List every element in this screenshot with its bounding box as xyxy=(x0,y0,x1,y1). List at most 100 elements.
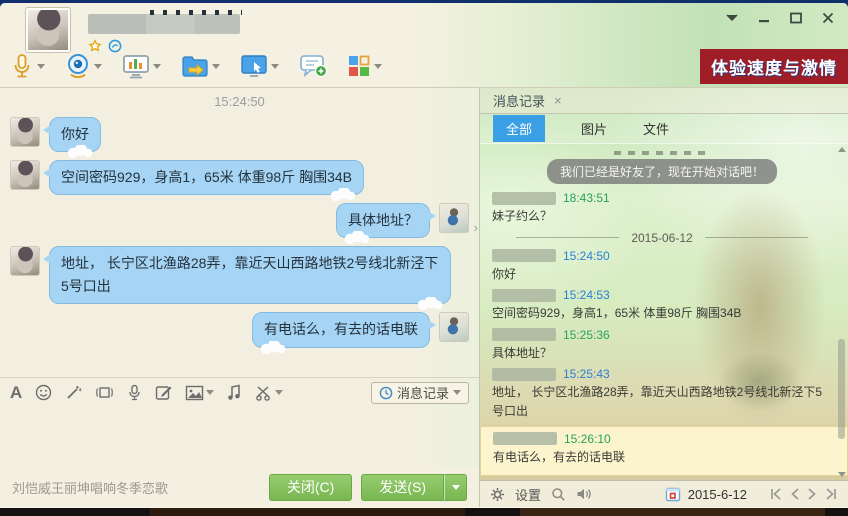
calendar-icon[interactable] xyxy=(665,486,681,502)
history-scrollbar[interactable] xyxy=(836,145,847,479)
history-entry-header: 15:25:43 xyxy=(492,367,832,381)
history-tab-title: 消息记录 xyxy=(493,94,546,109)
friend-notice: 我们已经是好友了，现在开始对话吧！ xyxy=(546,159,777,184)
message-time: 15:26:10 xyxy=(564,431,611,446)
chevron-down-icon[interactable] xyxy=(153,63,161,69)
history-entry-highlighted: 15:26:10 有电话么，有去的话电联 xyxy=(480,425,848,477)
history-date[interactable]: 2015-6-12 xyxy=(688,487,747,502)
cloud-decoration-icon xyxy=(343,231,371,245)
chat-message-row: 空间密码929，身高1，65米 体重98斤 胸围34B xyxy=(10,160,469,202)
history-entry: 15:25:43 地址， 长宁区北渔路28弄，靠近天山西路地铁2号线北新泾下5号口… xyxy=(492,367,832,420)
avatar[interactable] xyxy=(439,203,469,234)
last-page-icon[interactable] xyxy=(824,488,838,500)
censored-line xyxy=(614,151,710,155)
history-toggle-button[interactable]: 消息记录 xyxy=(370,381,469,404)
prev-page-icon[interactable] xyxy=(790,488,800,500)
history-tab-strip: 消息记录 × xyxy=(480,88,848,114)
compose-icon[interactable] xyxy=(155,384,172,401)
first-page-icon[interactable] xyxy=(769,488,783,500)
message-input[interactable] xyxy=(0,407,479,467)
screen-demo-icon[interactable] xyxy=(122,54,150,79)
contact-avatar[interactable] xyxy=(25,7,71,53)
close-button[interactable]: 关闭(C) xyxy=(268,473,353,501)
menu-down-icon[interactable] xyxy=(724,11,740,25)
voice-record-icon[interactable] xyxy=(127,384,142,401)
chevron-down-icon[interactable] xyxy=(212,63,220,69)
message-text: 你好 xyxy=(492,266,517,281)
tab-all[interactable]: 全部 xyxy=(493,115,546,142)
scroll-up-icon[interactable] xyxy=(838,147,846,152)
sender-name-censored xyxy=(492,249,556,263)
window-header: 体验速度与激情 xyxy=(0,3,848,88)
apps-grid-icon[interactable] xyxy=(347,54,371,78)
emoticon-icon[interactable] xyxy=(35,384,52,401)
speaker-icon[interactable] xyxy=(576,487,592,501)
chevron-down-icon[interactable] xyxy=(275,390,284,395)
apps-grid-group xyxy=(347,54,382,78)
chevron-down-icon[interactable] xyxy=(374,63,382,69)
next-page-icon[interactable] xyxy=(807,488,817,500)
video-call-icon[interactable] xyxy=(65,53,91,79)
chevron-down-icon[interactable] xyxy=(271,63,279,69)
panel-collapse-arrow[interactable]: › xyxy=(474,220,478,235)
image-icon[interactable] xyxy=(185,385,215,401)
send-file-icon[interactable] xyxy=(181,54,209,78)
sender-name-censored xyxy=(492,328,556,342)
send-button[interactable]: 发送(S) xyxy=(361,473,444,501)
search-icon[interactable] xyxy=(551,487,566,502)
chat-bubble: 具体地址？ xyxy=(336,203,436,245)
sender-name-censored xyxy=(492,191,556,205)
close-icon[interactable] xyxy=(820,11,836,25)
chevron-down-icon[interactable] xyxy=(94,63,102,69)
background-thumbnail xyxy=(150,507,465,516)
screenshot-icon[interactable] xyxy=(255,385,284,401)
history-entry: 15:24:50 你好 xyxy=(492,249,832,284)
font-icon[interactable]: A xyxy=(10,384,22,401)
scroll-thumb[interactable] xyxy=(838,338,845,439)
contact-badges xyxy=(88,39,122,53)
chat-bubble: 你好 xyxy=(43,117,101,159)
remote-desktop-icon[interactable] xyxy=(240,54,268,79)
avatar[interactable] xyxy=(439,312,469,343)
maximize-icon[interactable] xyxy=(788,11,804,25)
chat-timestamp: 15:24:50 xyxy=(214,94,265,109)
chevron-down-icon xyxy=(453,390,461,395)
qzone-icon[interactable] xyxy=(108,39,122,53)
minimize-icon[interactable] xyxy=(756,11,772,25)
tab-files[interactable]: 文件 xyxy=(643,119,669,138)
history-entry-header: 15:24:53 xyxy=(492,288,832,302)
news-ticker-link[interactable]: 刘恺威王丽坤唱响冬季恋歌 xyxy=(12,478,168,497)
chat-message-row: 有电话么，有去的话电联 xyxy=(10,312,469,354)
gear-icon[interactable] xyxy=(490,487,505,502)
avatar[interactable] xyxy=(10,246,40,277)
cloud-decoration-icon xyxy=(416,297,444,311)
history-entry: 18:43:51 妹子约么？ xyxy=(492,191,832,226)
scroll-down-icon[interactable] xyxy=(838,472,846,477)
magic-wand-icon[interactable] xyxy=(65,384,82,401)
history-close-icon[interactable]: × xyxy=(554,93,562,108)
music-icon[interactable] xyxy=(227,384,242,401)
chevron-down-icon[interactable] xyxy=(206,390,215,395)
group-chat-icon[interactable] xyxy=(299,53,327,79)
sender-name-censored xyxy=(492,288,556,302)
history-nav: 2015-6-12 xyxy=(665,486,838,502)
avatar[interactable] xyxy=(10,160,40,191)
desktop: 体验速度与激情 15:24:50 你好 空间密码929，身高1，65米 体重98… xyxy=(0,0,848,516)
chat-messages: 15:24:50 你好 空间密码929，身高1，65米 体重98斤 胸围34B 具体… xyxy=(0,88,479,377)
settings-label[interactable]: 设置 xyxy=(515,485,541,504)
qq-chat-window: 体验速度与激情 15:24:50 你好 空间密码929，身高1，65米 体重98… xyxy=(0,3,848,508)
call-toolbar xyxy=(10,53,395,79)
send-options-button[interactable] xyxy=(444,473,467,501)
window-shake-icon[interactable] xyxy=(95,384,114,401)
star-icon[interactable] xyxy=(88,39,102,53)
chat-pane: 15:24:50 你好 空间密码929，身高1，65米 体重98斤 胸围34B 具体… xyxy=(0,88,480,507)
clock-icon xyxy=(379,386,393,399)
chevron-down-icon xyxy=(451,484,460,490)
screen-demo-group xyxy=(122,54,161,79)
tab-images[interactable]: 图片 xyxy=(581,119,607,138)
avatar[interactable] xyxy=(10,117,40,147)
history-pane: 消息记录 × 全部 图片 文件 我们已经是好友了，现在开始对话吧！ 18:43:… xyxy=(480,88,848,507)
chevron-down-icon[interactable] xyxy=(37,63,45,69)
microphone-icon[interactable] xyxy=(10,53,34,79)
advert-banner[interactable]: 体验速度与激情 xyxy=(700,49,848,84)
